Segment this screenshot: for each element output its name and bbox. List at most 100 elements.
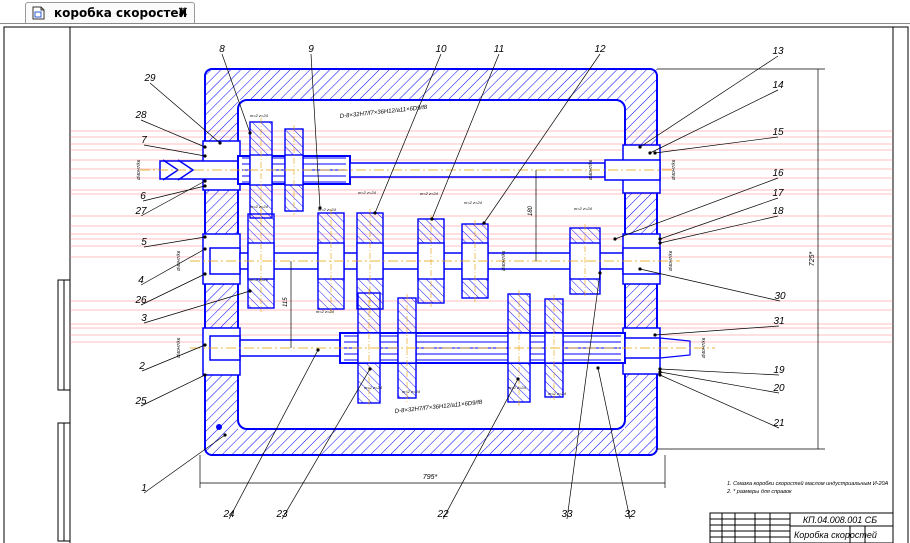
gear-parameter-label: m=2 z=24 (420, 191, 439, 196)
gear-parameter-label: m=2 z=24 (250, 277, 269, 282)
callout-2: 2 (138, 361, 145, 372)
document-tab[interactable]: коробка скоростей × (25, 2, 195, 23)
leader-dot (203, 272, 207, 276)
leader-dot (658, 367, 662, 371)
leader-dot (203, 184, 207, 188)
leader-dot (653, 151, 657, 155)
spline-fit-bottom: D-8×32H7/f7×36H12/a11×6D9/f8 (395, 400, 484, 415)
callout-8: 8 (219, 44, 225, 55)
gear-parameter-label: m=2 z=24 (464, 200, 483, 205)
leader-line (142, 185, 206, 202)
leader-line (649, 89, 779, 154)
leader-dot (598, 271, 602, 275)
leader-line (659, 374, 780, 429)
leader-dot (658, 373, 662, 377)
leader-line (140, 273, 206, 306)
document-code: КП.04.008.001 СБ (803, 515, 877, 525)
leader-dot (218, 141, 222, 145)
leader-dot (203, 145, 207, 149)
leader-dot (203, 154, 207, 158)
fit-label: Ø40H7/k6 (701, 337, 706, 359)
callout-33: 33 (561, 509, 573, 520)
leader-dot (430, 217, 434, 221)
callout-9: 9 (308, 44, 314, 55)
gear-parameter-label: m=2 z=24 (364, 385, 383, 390)
leader-dot (613, 237, 617, 241)
callout-13: 13 (772, 46, 784, 57)
leader-dot (482, 221, 486, 225)
fit-label: Ø40H7/k6 (136, 159, 141, 181)
leader-line (639, 55, 779, 148)
leader-line (654, 136, 779, 154)
callout-16: 16 (772, 168, 784, 179)
fit-label: Ø40H7/k6 (668, 250, 673, 272)
leader-dot (516, 377, 520, 381)
close-tab-icon[interactable]: × (177, 4, 189, 20)
leader-dot (203, 179, 207, 183)
leader-dot (223, 433, 227, 437)
leader-dot (316, 348, 320, 352)
leader-dot (596, 366, 600, 370)
callout-29: 29 (143, 73, 156, 84)
callout-17: 17 (772, 188, 784, 199)
callout-4: 4 (138, 275, 144, 286)
callout-11: 11 (494, 44, 504, 55)
center-distance-dimension-2: 115 (283, 297, 289, 307)
drawing-document-icon (32, 6, 45, 20)
drawing-canvas[interactable]: m=2 z=24 m=2 z=24 m=2 z=24 m=2 z=24 m=2 z=24… (0, 23, 910, 543)
callout-28: 28 (134, 110, 147, 121)
overall-width-dimension: 795* (423, 474, 438, 481)
gear-parameter-label: m=2 z=24 (574, 206, 593, 211)
gear-parameter-label: m=2 z=24 (548, 391, 567, 396)
callout-23: 23 (275, 509, 288, 520)
gear-parameter-label: m=2 z=24 (508, 385, 527, 390)
callout-14: 14 (772, 80, 784, 91)
leader-dot (653, 333, 657, 337)
leader-dot (658, 241, 662, 245)
callout-10: 10 (435, 44, 447, 55)
callout-20: 20 (772, 383, 785, 394)
gear-parameter-label: m=2 z=24 (402, 389, 421, 394)
leader-dot (203, 343, 207, 347)
leader-line (140, 248, 206, 286)
leader-line (143, 144, 206, 157)
leader-dot (658, 237, 662, 241)
document-tab-title: коробка скоростей (54, 6, 187, 20)
callout-21: 21 (772, 418, 784, 429)
leader-dot (203, 247, 207, 251)
leader-line (143, 434, 226, 494)
center-distance-dimension: 180 (528, 205, 534, 216)
callout-22: 22 (436, 509, 449, 520)
callout-26: 26 (134, 295, 147, 306)
callout-31: 31 (773, 316, 784, 327)
leader-line (654, 325, 780, 336)
leader-dot (203, 373, 207, 377)
gear-parameter-label: m=2 z=24 (250, 204, 269, 209)
callout-19: 19 (773, 365, 785, 376)
callout-30: 30 (774, 291, 786, 302)
leader-dot (248, 289, 252, 293)
fit-label: Ø40H7/k6 (588, 159, 593, 181)
callout-27: 27 (134, 206, 147, 217)
leader-dot (368, 367, 372, 371)
callout-18: 18 (772, 206, 784, 217)
callout-12: 12 (594, 44, 606, 55)
leader-dot (648, 151, 652, 155)
callout-7: 7 (141, 135, 147, 146)
gear-parameter-label: m=2 z=24 (358, 190, 377, 195)
gear-parameter-label: m=2 z=24 (250, 113, 269, 118)
callout-24: 24 (222, 509, 235, 520)
technical-note-2: 2. * размеры для справок (726, 489, 792, 495)
callout-25: 25 (134, 396, 147, 407)
fit-label: Ø40H7/k6 (176, 250, 181, 272)
overall-height-dimension: 725* (809, 252, 816, 267)
leader-dot (248, 131, 252, 135)
leader-dot (318, 206, 322, 210)
document-tab-bar: коробка скоростей × (0, 0, 910, 24)
fit-label: Ø40H7/k6 (671, 159, 676, 181)
leader-dot (203, 235, 207, 239)
leader-line (639, 268, 781, 302)
fit-label: Ø40H7/k6 (501, 250, 506, 272)
callout-32: 32 (624, 509, 636, 520)
leader-dot (638, 145, 642, 149)
